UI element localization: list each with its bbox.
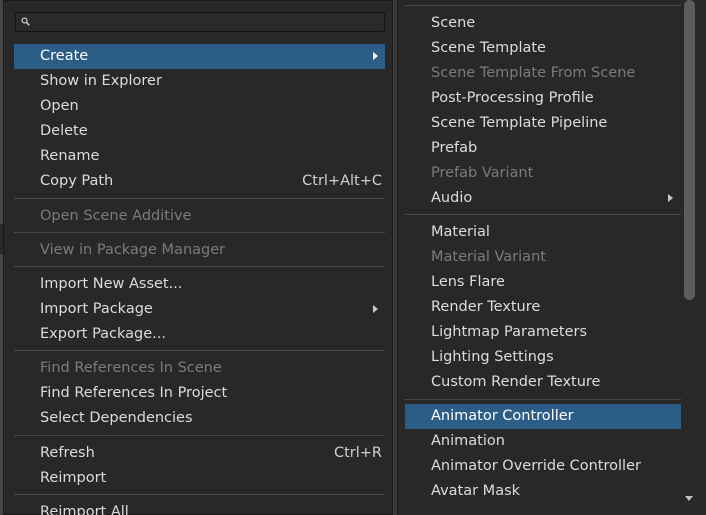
submenu-arrow-icon: [373, 305, 378, 313]
menu-item-create[interactable]: Create: [14, 44, 385, 69]
menu-separator: [405, 214, 681, 215]
context-menu: Create Show in Explorer Open Delete Rename Co…: [3, 0, 393, 515]
menu-separator: [14, 232, 385, 233]
menu-item-label: Export Package...: [40, 326, 167, 342]
menu-item-label: Avatar Mask: [431, 483, 521, 499]
menu-item-reimport[interactable]: Reimport: [14, 466, 385, 491]
scroll-down-arrow-icon[interactable]: [685, 496, 693, 501]
menu-item-label: View in Package Manager: [40, 242, 226, 258]
menu-item-label: Prefab: [431, 140, 478, 156]
menu-item-label: Post-Processing Profile: [431, 90, 594, 106]
menu-item-find-references-in-scene: Find References In Scene: [14, 356, 385, 381]
menu-search-box[interactable]: [15, 12, 385, 32]
menu-separator: [14, 350, 385, 351]
submenu-item-lighting-settings[interactable]: Lighting Settings: [405, 345, 681, 370]
submenu-item-post-processing-profile[interactable]: Post-Processing Profile: [405, 86, 681, 111]
menu-separator: [14, 435, 385, 436]
submenu-item-animation[interactable]: Animation: [405, 429, 681, 454]
menu-item-label: Rename: [40, 148, 100, 164]
menu-item-import-new-asset[interactable]: Import New Asset...: [14, 272, 385, 297]
menu-item-export-package[interactable]: Export Package...: [14, 322, 385, 347]
menu-item-label: Scene Template: [431, 40, 546, 56]
menu-item-label: Material: [431, 224, 490, 240]
create-submenu: Scene Scene Template Scene Template From S…: [397, 0, 706, 515]
menu-item-label: Lightmap Parameters: [431, 324, 588, 340]
menu-item-rename[interactable]: Rename: [14, 144, 385, 169]
menu-item-refresh[interactable]: Refresh Ctrl+R: [14, 441, 385, 466]
submenu-item-material-variant: Material Variant: [405, 245, 681, 270]
submenu-item-prefab[interactable]: Prefab: [405, 136, 681, 161]
menu-item-label: Show in Explorer: [40, 73, 162, 89]
menu-separator: [14, 266, 385, 267]
menu-item-label: Lighting Settings: [431, 349, 554, 365]
submenu-item-scene-template-from-scene: Scene Template From Scene: [405, 61, 681, 86]
menu-item-label: Delete: [40, 123, 88, 139]
menu-item-label: Reimport All: [40, 504, 129, 515]
submenu-item-prefab-variant: Prefab Variant: [405, 161, 681, 186]
menu-item-view-in-package-manager: View in Package Manager: [14, 238, 385, 263]
menu-item-open-scene-additive: Open Scene Additive: [14, 204, 385, 229]
menu-item-label: Copy Path: [40, 173, 114, 189]
menu-item-label: Find References In Scene: [40, 360, 222, 376]
submenu-item-material[interactable]: Material: [405, 220, 681, 245]
menu-item-label: Create: [40, 48, 89, 64]
menu-separator: [405, 399, 681, 400]
submenu-item-render-texture[interactable]: Render Texture: [405, 295, 681, 320]
scrollbar-thumb[interactable]: [684, 0, 695, 300]
menu-item-reimport-all[interactable]: Reimport All: [14, 500, 385, 515]
menu-item-show-in-explorer[interactable]: Show in Explorer: [14, 69, 385, 94]
menu-item-label: Open: [40, 98, 79, 114]
menu-item-label: Lens Flare: [431, 274, 505, 290]
submenu-item-animator-controller[interactable]: Animator Controller: [405, 404, 681, 429]
menu-item-label: Select Dependencies: [40, 410, 193, 426]
submenu-item-scene-template[interactable]: Scene Template: [405, 36, 681, 61]
menu-item-label: Animator Controller: [431, 408, 574, 424]
search-input[interactable]: [34, 14, 374, 30]
editor-background: Create Show in Explorer Open Delete Rename Co…: [0, 0, 706, 515]
menu-separator: [405, 5, 681, 6]
menu-item-label: Import Package: [40, 301, 153, 317]
menu-item-open[interactable]: Open: [14, 94, 385, 119]
menu-item-select-dependencies[interactable]: Select Dependencies: [14, 406, 385, 431]
menu-item-label: Open Scene Additive: [40, 208, 192, 224]
menu-item-label: Find References In Project: [40, 385, 228, 401]
submenu-item-custom-render-texture[interactable]: Custom Render Texture: [405, 370, 681, 395]
menu-item-find-references-in-project[interactable]: Find References In Project: [14, 381, 385, 406]
submenu-item-lightmap-parameters[interactable]: Lightmap Parameters: [405, 320, 681, 345]
menu-item-label: Material Variant: [431, 249, 546, 265]
submenu-item-scene-template-pipeline[interactable]: Scene Template Pipeline: [405, 111, 681, 136]
submenu-item-animator-override-controller[interactable]: Animator Override Controller: [405, 454, 681, 479]
menu-item-shortcut: Ctrl+R: [333, 445, 382, 461]
submenu-arrow-icon: [668, 194, 673, 202]
menu-item-label: Import New Asset...: [40, 276, 183, 292]
menu-item-copy-path[interactable]: Copy Path Ctrl+Alt+C: [14, 169, 385, 194]
submenu-item-audio[interactable]: Audio: [405, 186, 681, 211]
search-icon: [21, 17, 30, 26]
menu-item-label: Audio: [431, 190, 473, 206]
menu-item-label: Reimport: [40, 470, 107, 486]
menu-item-import-package[interactable]: Import Package: [14, 297, 385, 322]
menu-item-label: Animation: [431, 433, 505, 449]
menu-item-label: Scene Template From Scene: [431, 65, 636, 81]
submenu-item-avatar-mask[interactable]: Avatar Mask: [405, 479, 681, 504]
menu-item-label: Scene: [431, 15, 476, 31]
menu-item-delete[interactable]: Delete: [14, 119, 385, 144]
menu-item-label: Render Texture: [431, 299, 541, 315]
menu-item-label: Animator Override Controller: [431, 458, 641, 474]
submenu-item-lens-flare[interactable]: Lens Flare: [405, 270, 681, 295]
menu-separator: [14, 198, 385, 199]
menu-separator: [14, 494, 385, 495]
menu-item-label: Scene Template Pipeline: [431, 115, 608, 131]
menu-item-label: Custom Render Texture: [431, 374, 601, 390]
menu-item-label: Refresh: [40, 445, 95, 461]
menu-item-shortcut: Ctrl+Alt+C: [302, 173, 382, 189]
submenu-item-scene[interactable]: Scene: [405, 11, 681, 36]
menu-item-label: Prefab Variant: [431, 165, 534, 181]
submenu-arrow-icon: [373, 52, 378, 60]
